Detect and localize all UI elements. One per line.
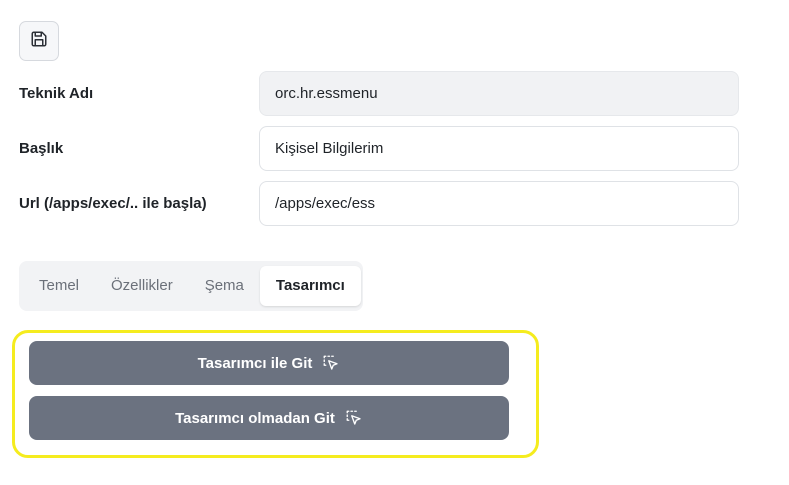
floppy-disk-icon [30, 30, 48, 53]
url-label: Url (/apps/exec/.. ile başla) [19, 195, 207, 212]
page: Teknik Adı Başlık Url (/apps/exec/.. ile… [0, 0, 789, 485]
go-without-designer-label: Tasarımcı olmadan Git [175, 409, 335, 427]
title-row: Başlık [19, 126, 739, 171]
tab-ozellikler[interactable]: Özellikler [95, 266, 189, 306]
technical-name-row: Teknik Adı [19, 71, 739, 116]
technical-name-label: Teknik Adı [19, 85, 94, 102]
go-with-designer-button[interactable]: Tasarımcı ile Git [29, 341, 509, 385]
title-field[interactable] [259, 126, 739, 171]
url-field[interactable] [259, 181, 739, 226]
cursor-click-icon [322, 354, 340, 372]
tab-sema[interactable]: Şema [189, 266, 260, 306]
save-button[interactable] [19, 21, 59, 61]
url-row: Url (/apps/exec/.. ile başla) [19, 181, 739, 226]
tab-temel[interactable]: Temel [23, 266, 95, 306]
go-with-designer-label: Tasarımcı ile Git [197, 354, 313, 372]
technical-name-field[interactable] [259, 71, 739, 116]
cursor-click-icon [345, 409, 363, 427]
go-without-designer-button[interactable]: Tasarımcı olmadan Git [29, 396, 509, 440]
tab-tasarimci[interactable]: Tasarımcı [259, 266, 361, 306]
title-label: Başlık [19, 140, 64, 157]
tab-bar: Temel Özellikler Şema Tasarımcı [19, 261, 363, 311]
